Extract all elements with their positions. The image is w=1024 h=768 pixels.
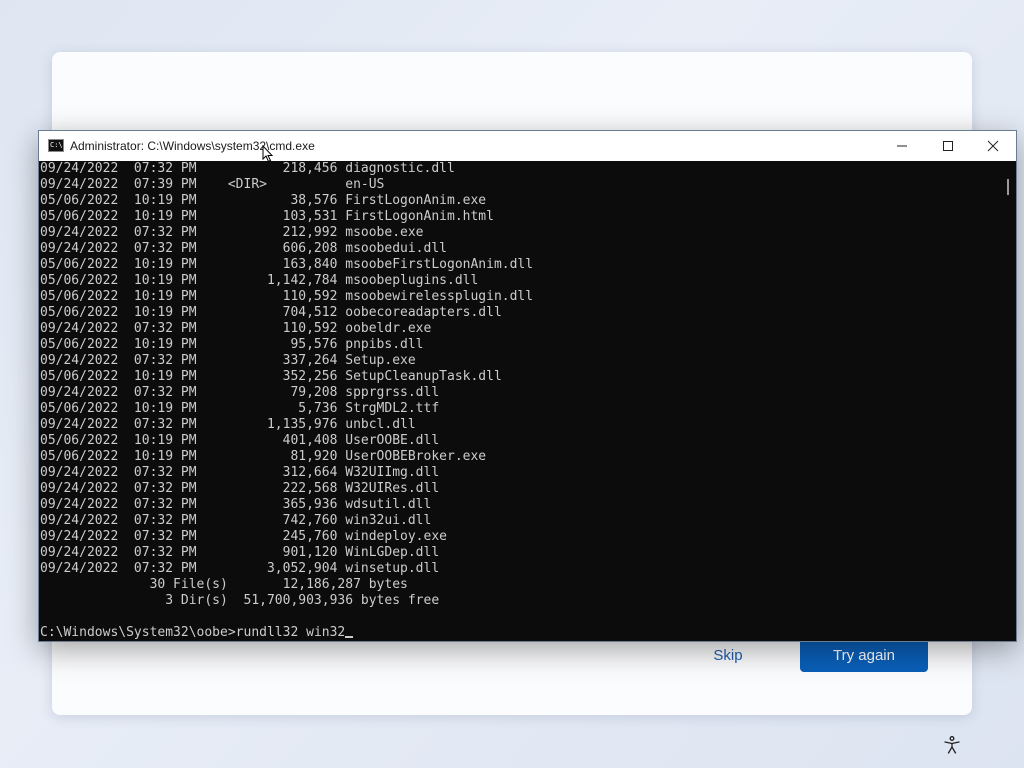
- listing-row: 09/24/2022 07:32 PM 312,664 W32UIImg.dll: [40, 465, 440, 480]
- summary-dirs: 3 Dir(s) 51,700,903,936 bytes free: [40, 593, 440, 608]
- command-text: rundll32 win32: [235, 625, 346, 640]
- listing-row: 09/24/2022 07:32 PM 3,052,904 winsetup.d…: [40, 561, 440, 576]
- listing-row: 05/06/2022 10:19 PM 704,512 oobecoreadap…: [40, 305, 502, 320]
- minimize-button[interactable]: [879, 131, 925, 161]
- maximize-icon: [943, 141, 953, 151]
- accessibility-icon[interactable]: [940, 733, 964, 757]
- listing-row: 09/24/2022 07:32 PM 365,936 wdsutil.dll: [40, 497, 432, 512]
- prompt-path: C:\Windows\System32\oobe>: [40, 625, 236, 640]
- listing-row: 09/24/2022 07:32 PM 606,208 msoobedui.dl…: [40, 241, 447, 256]
- listing-row: 09/24/2022 07:32 PM 245,760 windeploy.ex…: [40, 529, 447, 544]
- listing-row: 09/24/2022 07:39 PM <DIR> en-US: [40, 177, 385, 192]
- close-icon: [987, 140, 999, 152]
- listing-row: 05/06/2022 10:19 PM 81,920 UserOOBEBroke…: [40, 449, 487, 464]
- listing-row: 05/06/2022 10:19 PM 401,408 UserOOBE.dll: [40, 433, 440, 448]
- listing-row: 09/24/2022 07:32 PM 901,120 WinLGDep.dll: [40, 545, 440, 560]
- listing-row: 09/24/2022 07:32 PM 222,568 W32UIRes.dll: [40, 481, 440, 496]
- listing-row: 09/24/2022 07:32 PM 1,135,976 unbcl.dll: [40, 417, 416, 432]
- mouse-pointer-icon: [262, 145, 274, 163]
- blank-line: [39, 609, 999, 625]
- cmd-window[interactable]: C:\ Administrator: C:\Windows\system32\c…: [38, 130, 1017, 642]
- listing-row: 05/06/2022 10:19 PM 5,736 StrgMDL2.ttf: [40, 401, 440, 416]
- listing-row: 09/24/2022 07:32 PM 218,456 diagnostic.d…: [40, 161, 455, 176]
- listing-row: 05/06/2022 10:19 PM 163,840 msoobeFirstL…: [40, 257, 534, 272]
- listing-row: 09/24/2022 07:32 PM 742,760 win32ui.dll: [40, 513, 432, 528]
- listing-row: 05/06/2022 10:19 PM 110,592 msoobewirele…: [40, 289, 534, 304]
- listing-row: 09/24/2022 07:32 PM 337,264 Setup.exe: [40, 353, 416, 368]
- directory-listing: 09/24/2022 07:32 PM 218,456 diagnostic.d…: [39, 161, 999, 577]
- console-output[interactable]: 09/24/2022 07:32 PM 218,456 diagnostic.d…: [39, 161, 999, 641]
- vertical-scrollbar[interactable]: [1001, 161, 1016, 641]
- summary-files: 30 File(s) 12,186,287 bytes: [40, 577, 408, 592]
- scroll-thumb[interactable]: [1007, 179, 1009, 195]
- maximize-button[interactable]: [925, 131, 971, 161]
- skip-button[interactable]: Skip: [676, 638, 780, 672]
- try-again-button[interactable]: Try again: [800, 638, 928, 672]
- title-bar[interactable]: C:\ Administrator: C:\Windows\system32\c…: [39, 131, 1016, 161]
- listing-row: 05/06/2022 10:19 PM 352,256 SetupCleanup…: [40, 369, 502, 384]
- cmd-icon: C:\: [48, 139, 64, 152]
- listing-row: 05/06/2022 10:19 PM 95,576 pnpibs.dll: [40, 337, 424, 352]
- listing-row: 05/06/2022 10:19 PM 1,142,784 msoobeplug…: [40, 273, 479, 288]
- text-cursor: [345, 636, 354, 638]
- listing-row: 05/06/2022 10:19 PM 103,531 FirstLogonAn…: [40, 209, 494, 224]
- close-button[interactable]: [970, 131, 1016, 161]
- window-title: Administrator: C:\Windows\system32\cmd.e…: [70, 139, 315, 153]
- listing-row: 05/06/2022 10:19 PM 38,576 FirstLogonAni…: [40, 193, 487, 208]
- listing-row: 09/24/2022 07:32 PM 212,992 msoobe.exe: [40, 225, 424, 240]
- minimize-icon: [897, 145, 907, 147]
- listing-row: 09/24/2022 07:32 PM 110,592 oobeldr.exe: [40, 321, 432, 336]
- command-line[interactable]: C:\Windows\System32\oobe>rundll32 win32: [39, 625, 999, 641]
- listing-row: 09/24/2022 07:32 PM 79,208 spprgrss.dll: [40, 385, 440, 400]
